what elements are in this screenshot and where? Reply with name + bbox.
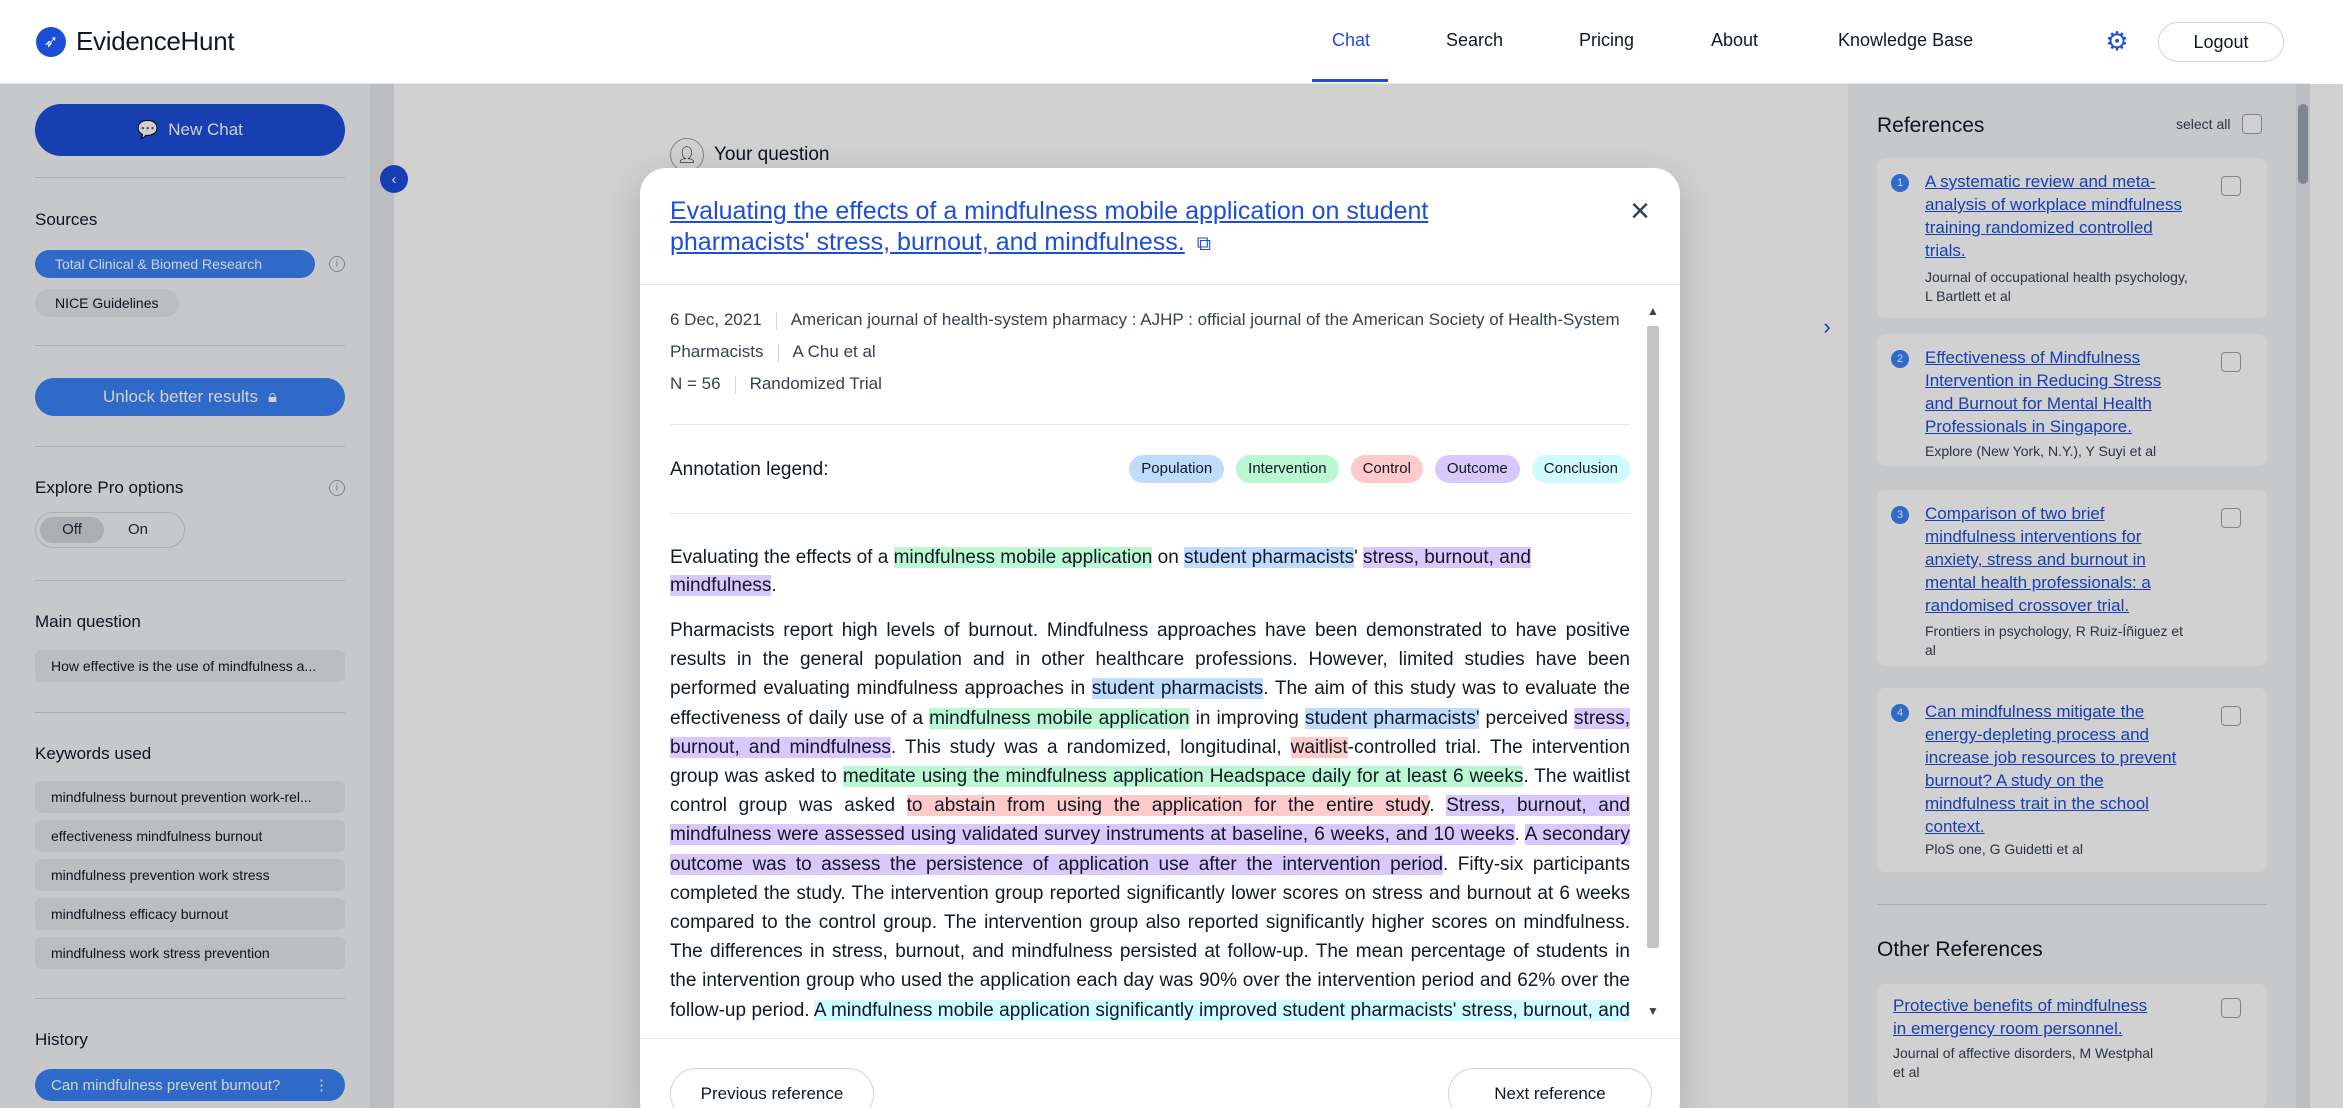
population-highlight: student pharmacists (1091, 678, 1264, 700)
logout-button[interactable]: Logout (2158, 22, 2284, 62)
text-segment: . (1429, 795, 1447, 817)
legend-intervention: Intervention (1236, 455, 1339, 483)
app-logo[interactable]: ➶ EvidenceHunt (36, 26, 235, 57)
top-navigation-bar: ➶ EvidenceHunt Chat Search Pricing About… (0, 0, 2310, 84)
modal-scrollbar[interactable]: ▲ ▼ (1644, 304, 1662, 1028)
text-segment: . (1514, 824, 1525, 846)
authors: A Chu et al (792, 342, 876, 361)
reference-detail-modal: Evaluating the effects of a mindfulness … (640, 168, 1680, 1108)
intervention-highlight: mindfulness mobile application (929, 707, 1190, 729)
scroll-up-icon[interactable]: ▲ (1647, 304, 1659, 318)
legend-control: Control (1350, 455, 1423, 483)
scroll-down-icon[interactable]: ▼ (1647, 1004, 1659, 1018)
text-segment: Evaluating the effects of a (670, 547, 894, 568)
modal-header-divider (640, 284, 1680, 285)
text-segment: on (1152, 547, 1185, 568)
population-highlight: student pharmacists (1184, 547, 1355, 568)
legend-outcome: Outcome (1434, 455, 1520, 483)
active-nav-indicator (1312, 79, 1388, 82)
meta-separator (777, 343, 779, 362)
sample-size: N = 56 (670, 374, 721, 393)
external-link-icon[interactable]: ⧉ (1197, 229, 1211, 260)
population-highlight: student pharmacists' (1304, 707, 1480, 729)
nav-knowledge-base[interactable]: Knowledge Base (1838, 30, 1973, 51)
control-highlight: to abstain from using the application fo… (906, 795, 1430, 817)
text-segment: in improving (1189, 707, 1305, 729)
nav-about[interactable]: About (1711, 30, 1758, 51)
divider (670, 513, 1630, 514)
legend-conclusion: Conclusion (1531, 455, 1630, 483)
modal-footer-divider (640, 1038, 1680, 1039)
study-type: Randomized Trial (749, 374, 882, 393)
text-segment: ' (1354, 547, 1363, 568)
modal-title-link[interactable]: Evaluating the effects of a mindfulness … (670, 196, 1570, 260)
next-reference-button[interactable]: Next reference (1448, 1068, 1652, 1108)
meta-separator (734, 375, 736, 394)
intervention-highlight: mindfulness mobile application (893, 547, 1153, 568)
text-segment: . Fifty-six participants completed the s… (670, 853, 1630, 1021)
publication-meta: 6 Dec, 2021 American journal of health-sy… (670, 304, 1630, 368)
logo-icon: ➶ (36, 26, 66, 57)
study-meta: N = 56 Randomized Trial (670, 368, 1630, 400)
annotated-title: Evaluating the effects of a mindfulness … (670, 544, 1630, 600)
modal-title-text[interactable]: Evaluating the effects of a mindfulness … (670, 197, 1428, 256)
modal-body: 6 Dec, 2021 American journal of health-sy… (670, 304, 1630, 1024)
nav-search[interactable]: Search (1446, 30, 1503, 51)
gear-icon[interactable]: ⚙ (2104, 28, 2130, 54)
previous-reference-button[interactable]: Previous reference (670, 1068, 874, 1108)
app-name: EvidenceHunt (76, 26, 235, 56)
text-segment: perceived (1479, 707, 1575, 729)
scrollbar-thumb[interactable] (1647, 326, 1659, 948)
close-icon[interactable]: × (1622, 194, 1658, 230)
intervention-highlight: meditate using the mindfulness applicati… (842, 766, 1524, 788)
control-highlight: waitlist (1290, 736, 1348, 758)
legend-population: Population (1129, 455, 1225, 483)
meta-separator (775, 311, 777, 330)
text-segment: . This study was a randomized, longitudi… (890, 736, 1291, 758)
conclusion-highlight: A mindfulness mobile application signifi… (670, 999, 1630, 1024)
nav-pricing[interactable]: Pricing (1579, 30, 1634, 51)
legend-label: Annotation legend: (670, 459, 829, 480)
annotated-abstract: Pharmacists report high levels of burnou… (670, 616, 1630, 1024)
nav-chat[interactable]: Chat (1332, 30, 1370, 51)
publication-date: 6 Dec, 2021 (670, 310, 762, 329)
annotation-legend: Annotation legend: Population Interventi… (670, 425, 1630, 513)
text-segment: . (771, 575, 777, 596)
